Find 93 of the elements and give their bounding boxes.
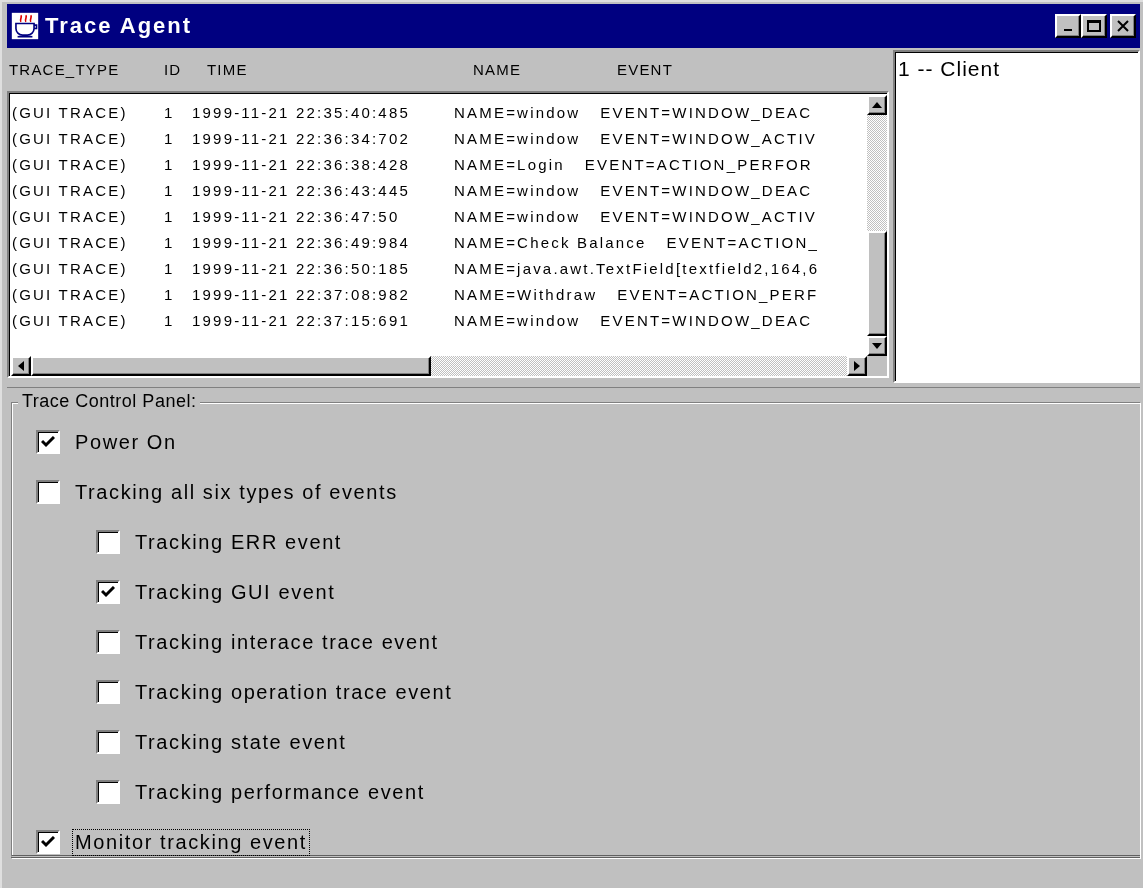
table-cell: NAME=window: [454, 181, 581, 199]
checkbox[interactable]: [96, 630, 120, 654]
table-cell-text: 1999-11-21 22:37:08:982: [192, 285, 411, 303]
table-cell-text: 1999-11-21 22:36:47:50: [192, 207, 401, 225]
table-cell: EVENT=WINDOW_DEAC: [600, 181, 813, 199]
table-cell: NAME=window: [454, 207, 581, 225]
checkbox[interactable]: [96, 680, 120, 704]
app-icon: [11, 12, 39, 40]
table-cell-text: (GUI TRACE): [11, 181, 129, 199]
checkbox[interactable]: [36, 830, 60, 854]
checkbox-label[interactable]: Monitor tracking event: [72, 828, 310, 856]
table-cell-text: 1: [164, 233, 176, 251]
window-title: Trace Agent: [45, 13, 194, 39]
checkmark-icon: [41, 436, 55, 448]
table-cell-text: (GUI TRACE): [11, 233, 129, 251]
checkbox-label[interactable]: Power On: [72, 428, 180, 456]
table-cell-text: (GUI TRACE): [11, 285, 129, 303]
scroll-up-button[interactable]: [867, 95, 887, 115]
checkbox[interactable]: [96, 530, 120, 554]
table-cell: NAME=Withdraw: [454, 285, 598, 303]
table-cell-text: 1: [164, 311, 176, 329]
table-cell: EVENT=WINDOW_DEAC: [600, 103, 813, 121]
table-cell: EVENT=ACTION_PERFOR: [584, 155, 813, 173]
column-header: ID: [164, 61, 182, 78]
scrollbar-thumb[interactable]: [31, 356, 431, 376]
left-arrow-icon: [18, 361, 24, 371]
table-cell: EVENT=ACTION_: [666, 233, 819, 251]
up-arrow-icon: [872, 102, 882, 108]
minimize-icon: [1064, 29, 1072, 31]
checkbox-label[interactable]: Tracking all six types of events: [72, 478, 401, 506]
table-cell: NAME=window: [454, 129, 581, 147]
checkbox-label[interactable]: Tracking performance event: [132, 778, 428, 806]
right-arrow-icon: [854, 361, 860, 371]
column-header: TRACE_TYPE: [9, 61, 120, 78]
table-cell: NAME=Check Balance: [454, 233, 647, 251]
down-arrow-icon: [872, 343, 882, 349]
checkmark-icon: [41, 836, 55, 848]
table-cell: EVENT=WINDOW_DEAC: [600, 311, 813, 329]
table-cell-text: 1: [164, 103, 176, 121]
table-cell-text: 1: [164, 129, 176, 147]
maximize-button[interactable]: [1081, 14, 1107, 38]
checkbox-label[interactable]: Tracking operation trace event: [132, 678, 456, 706]
checkbox-label[interactable]: Tracking state event: [132, 728, 350, 756]
table-cell: NAME=java.awt.TextField[textfield2,164,6: [454, 259, 820, 277]
table-cell-text: 1: [164, 285, 176, 303]
checkbox[interactable]: [36, 430, 60, 454]
table-cell: EVENT=WINDOW_ACTIV: [600, 129, 818, 147]
maximize-icon: [1087, 20, 1101, 32]
vertical-scrollbar[interactable]: [867, 95, 887, 356]
column-header: EVENT: [617, 61, 673, 78]
table-cell: EVENT=ACTION_PERF: [617, 285, 819, 303]
table-cell-text: (GUI TRACE): [11, 103, 129, 121]
table-cell-text: 1: [164, 181, 176, 199]
horizontal-scrollbar[interactable]: [11, 356, 867, 376]
table-cell-text: 1999-11-21 22:37:15:691: [192, 311, 411, 329]
table-cell-text: 1999-11-21 22:36:43:445: [192, 181, 411, 199]
table-cell: NAME=window: [454, 103, 581, 121]
table-cell-text: (GUI TRACE): [11, 207, 129, 225]
column-header: NAME: [473, 61, 522, 78]
table-cell-text: 1: [164, 155, 176, 173]
table-cell-text: 1: [164, 207, 176, 225]
scroll-down-button[interactable]: [867, 336, 887, 356]
checkmark-icon: [101, 586, 115, 598]
close-icon: [1117, 20, 1129, 32]
checkbox[interactable]: [36, 480, 60, 504]
checkbox-label[interactable]: Tracking interace trace event: [132, 628, 442, 656]
close-button[interactable]: [1110, 14, 1136, 38]
scrollbar-corner: [867, 356, 887, 376]
table-cell-text: (GUI TRACE): [11, 259, 129, 277]
table-cell-text: (GUI TRACE): [11, 311, 129, 329]
table-cell: NAME=window: [454, 311, 581, 329]
scroll-left-button[interactable]: [11, 356, 31, 376]
table-cell-text: 1999-11-21 22:36:50:185: [192, 259, 411, 277]
column-header: TIME: [207, 61, 248, 78]
list-item[interactable]: 1 -- Client: [898, 57, 1135, 81]
scrollbar-thumb[interactable]: [867, 231, 887, 336]
checkbox[interactable]: [96, 780, 120, 804]
table-cell-text: 1999-11-21 22:36:49:984: [192, 233, 411, 251]
table-cell-text: 1999-11-21 22:36:38:428: [192, 155, 411, 173]
scroll-right-button[interactable]: [847, 356, 867, 376]
table-cell-text: 1999-11-21 22:35:40:485: [192, 103, 411, 121]
minimize-button[interactable]: [1055, 14, 1081, 38]
table-cell-text: (GUI TRACE): [11, 129, 129, 147]
table-cell-text: (GUI TRACE): [11, 155, 129, 173]
table-cell-text: 1: [164, 259, 176, 277]
client-list[interactable]: 1 -- Client: [893, 50, 1140, 383]
table-cell: NAME=Login: [454, 155, 565, 173]
checkbox-label[interactable]: Tracking ERR event: [132, 528, 345, 556]
table-cell-text: 1999-11-21 22:36:34:702: [192, 129, 411, 147]
checkbox[interactable]: [96, 730, 120, 754]
checkbox-label[interactable]: Tracking GUI event: [132, 578, 339, 606]
table-cell: EVENT=WINDOW_ACTIV: [600, 207, 818, 225]
checkbox[interactable]: [96, 580, 120, 604]
